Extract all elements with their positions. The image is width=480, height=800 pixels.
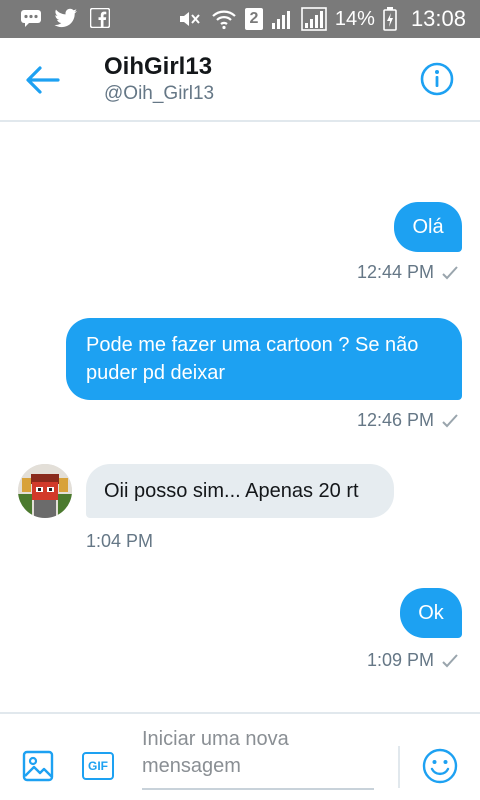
sim-number: 2: [249, 10, 259, 27]
gif-button[interactable]: GIF: [82, 752, 114, 780]
message-input-placeholder: Iniciar uma nova mensagem: [142, 728, 289, 777]
avatar-image: [18, 464, 72, 518]
message-text: Pode me fazer uma cartoon ? Se não puder…: [86, 334, 419, 384]
image-icon[interactable]: [22, 750, 54, 782]
message-timestamp: 1:04 PM: [86, 531, 153, 552]
notification-icons: [20, 8, 110, 28]
sent-check-icon: [442, 413, 458, 427]
user-handle: @Oih_Girl13: [104, 83, 215, 104]
timestamp-text: 12:46 PM: [356, 410, 434, 430]
avatar[interactable]: [18, 464, 72, 518]
emoji-icon[interactable]: [422, 748, 458, 784]
conversation-header: OihGirl13 @Oih_Girl13: [0, 38, 480, 122]
info-icon[interactable]: [420, 62, 454, 96]
sent-check-icon: [442, 653, 458, 667]
timestamp-text: 1:04 PM: [86, 531, 154, 551]
message-timestamp: 1:09 PM: [367, 650, 458, 671]
message-text: Olá: [412, 216, 444, 238]
signal-2-icon: [301, 7, 327, 31]
signal-icon: [271, 11, 290, 29]
composer-divider: [398, 746, 400, 788]
dm-conversation-screen: 2 14% 13:08 OihGirl13 @Oih_Girl13 Olá 12…: [0, 0, 480, 800]
user-name: OihGirl13: [104, 53, 213, 80]
message-composer: GIF Iniciar uma nova mensagem: [0, 712, 480, 800]
message-notification-icon: [21, 10, 41, 27]
message-timestamp: 12:44 PM: [357, 262, 458, 283]
sent-check-icon: [442, 265, 458, 279]
system-status-icons: 2 14% 13:08: [177, 0, 466, 38]
wifi-icon: [212, 10, 236, 30]
clock: 13:08: [410, 6, 466, 31]
message-text: Ok: [418, 602, 444, 624]
conversation-title[interactable]: OihGirl13 @Oih_Girl13: [104, 52, 214, 106]
message-bubble-sent[interactable]: Pode me fazer uma cartoon ? Se não puder…: [66, 318, 462, 400]
message-bubble-sent[interactable]: Olá: [394, 202, 462, 252]
timestamp-text: 12:44 PM: [356, 262, 434, 282]
message-input[interactable]: Iniciar uma nova mensagem: [142, 726, 374, 790]
gif-label: GIF: [88, 759, 108, 773]
battery-percent: 14%: [334, 7, 375, 30]
timestamp-text: 1:09 PM: [366, 650, 434, 670]
message-text: Oii posso sim... Apenas 20 rt: [104, 480, 359, 502]
message-bubble-received[interactable]: Oii posso sim... Apenas 20 rt: [86, 464, 394, 518]
facebook-notification-icon: [90, 8, 110, 28]
mute-icon: [179, 12, 200, 26]
twitter-notification-icon: [54, 8, 77, 28]
battery-charging-icon: [383, 7, 397, 31]
message-timestamp: 12:46 PM: [357, 410, 458, 431]
sim-2-icon: 2: [244, 8, 263, 30]
message-bubble-sent[interactable]: Ok: [400, 588, 462, 638]
status-bar: 2 14% 13:08: [0, 0, 480, 38]
back-arrow-icon[interactable]: [24, 64, 60, 96]
